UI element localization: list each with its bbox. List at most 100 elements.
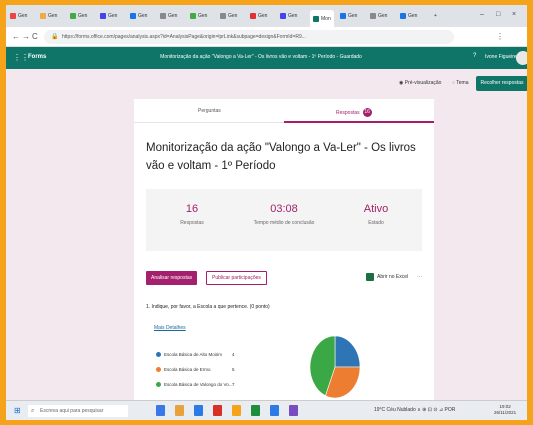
browser-tab[interactable]: Gen xyxy=(250,9,267,23)
stat-average-time: 03:08 Tempo médio de conclusão xyxy=(238,189,330,226)
system-tray[interactable]: 19°C Céu Nublado ∧ ⊕ ⊡ ⊙ ⊿ POR xyxy=(374,407,455,413)
favicon-icon xyxy=(280,13,286,19)
browser-tab[interactable]: Gen xyxy=(400,9,417,23)
taskbar-app-icon[interactable] xyxy=(270,405,279,416)
tab-label: Gen xyxy=(48,13,58,19)
favicon-icon xyxy=(10,13,16,19)
url-field[interactable]: 🔒 https://forms.office.com/pages/analysi… xyxy=(44,30,454,44)
collect-responses-button[interactable]: Recolher respostas xyxy=(476,76,527,91)
open-in-excel-button[interactable]: Abrir no Excel ··· xyxy=(366,273,422,281)
taskbar-apps xyxy=(156,405,298,416)
legend-label: Escola Básica de Valongo do Vo... xyxy=(164,382,233,387)
tab-label: Gen xyxy=(168,13,178,19)
browser-window: – □ × Gen Gen Gen Gen Gen Gen Gen Gen Gen Gen Mon G… xyxy=(6,5,527,420)
browser-tab[interactable]: Gen xyxy=(10,9,27,23)
help-icon[interactable]: ? xyxy=(473,53,476,59)
taskbar-search[interactable]: ⌕ Escreva aqui para pesquisar xyxy=(28,405,128,417)
browser-tab[interactable]: Gen xyxy=(370,9,387,23)
favicon-icon xyxy=(40,13,46,19)
taskbar-app-icon[interactable] xyxy=(251,405,260,416)
excel-icon xyxy=(366,273,374,281)
tab-label: Gen xyxy=(138,13,148,19)
favicon-icon xyxy=(70,13,76,19)
more-options-icon[interactable]: ··· xyxy=(417,274,422,280)
favicon-icon xyxy=(100,13,106,19)
new-tab-button[interactable]: + xyxy=(434,9,437,23)
close-icon[interactable]: × xyxy=(512,11,516,18)
browser-tab[interactable]: Gen xyxy=(130,9,147,23)
stat-value: 03:08 xyxy=(270,203,298,215)
pie-chart xyxy=(309,335,361,399)
taskbar-app-icon[interactable] xyxy=(232,405,241,416)
taskbar-app-icon[interactable] xyxy=(289,405,298,416)
extensions-icon[interactable]: ⋮ xyxy=(496,32,504,41)
favicon-icon xyxy=(250,13,256,19)
summary-stats: 16 Respostas 03:08 Tempo médio de conclu… xyxy=(146,189,422,251)
minimize-icon[interactable]: – xyxy=(480,11,484,18)
legend-swatch xyxy=(156,367,161,372)
taskbar-app-icon[interactable] xyxy=(175,405,184,416)
browser-tab[interactable]: Gen xyxy=(160,9,177,23)
legend-swatch xyxy=(156,352,161,357)
search-icon: ⌕ xyxy=(31,408,35,414)
stat-status: Ativo Estado xyxy=(330,189,422,226)
legend-count: 5 xyxy=(232,367,235,372)
maximize-icon[interactable]: □ xyxy=(496,11,500,18)
address-bar-row: ← → C 🔒 https://forms.office.com/pages/a… xyxy=(6,27,527,47)
stat-label: Respostas xyxy=(180,220,204,226)
browser-tab[interactable]: Gen xyxy=(190,9,207,23)
reload-icon[interactable]: C xyxy=(32,32,38,41)
legend-item: Escola Básica de Alto Moirim 4 xyxy=(156,351,276,366)
clock[interactable]: 19:02 26/11/2021 xyxy=(494,404,516,416)
forward-icon[interactable]: → xyxy=(22,32,30,41)
active-tab-indicator xyxy=(284,121,434,123)
avatar[interactable] xyxy=(516,51,527,65)
tab-label: Gen xyxy=(258,13,268,19)
browser-tab[interactable]: Gen xyxy=(40,9,57,23)
more-details-link[interactable]: Mais Detalhes xyxy=(154,325,186,331)
view-results-button[interactable]: Analisar respostas xyxy=(146,271,198,285)
preview-button[interactable]: ◉ Pré-visualização xyxy=(399,80,441,86)
preview-label: Pré-visualização xyxy=(404,80,442,86)
favicon-icon xyxy=(370,13,376,19)
browser-tab-active[interactable]: Mon xyxy=(310,10,334,27)
publish-results-button[interactable]: Publicar participações xyxy=(206,271,267,285)
browser-tab[interactable]: Gen xyxy=(340,9,357,23)
tab-questions[interactable]: Perguntas xyxy=(198,108,221,114)
stat-value: Ativo xyxy=(363,203,389,215)
browser-tab[interactable]: Gen xyxy=(100,9,117,23)
tab-label: Gen xyxy=(348,13,358,19)
back-icon[interactable]: ← xyxy=(12,32,20,41)
tab-label: Gen xyxy=(108,13,118,19)
taskbar-app-icon[interactable] xyxy=(156,405,165,416)
taskbar-app-icon[interactable] xyxy=(213,405,222,416)
taskbar: ⊞ ⌕ Escreva aqui para pesquisar 19°C Céu… xyxy=(6,400,527,420)
browser-tab[interactable]: Gen xyxy=(220,9,237,23)
tab-label: Gen xyxy=(18,13,28,19)
url-text: https://forms.office.com/pages/analysis.… xyxy=(62,34,306,40)
tab-label: Gen xyxy=(288,13,298,19)
open-in-excel-label: Abrir no Excel xyxy=(377,274,409,280)
theme-button[interactable]: ◌ Tema xyxy=(452,80,469,86)
results-actions: Analisar respostas Publicar participaçõe… xyxy=(146,271,422,287)
search-placeholder: Escreva aqui para pesquisar xyxy=(40,408,104,414)
favicon-icon xyxy=(340,13,346,19)
form-tabs: Perguntas Respostas 16 xyxy=(134,99,434,123)
legend-count: 4 xyxy=(232,352,235,357)
app-brand[interactable]: Forms xyxy=(28,54,46,60)
legend-swatch xyxy=(156,382,161,387)
browser-tab[interactable]: Gen xyxy=(70,9,87,23)
app-launcher-icon[interactable]: ⋮⋮ xyxy=(13,53,29,62)
stat-responses: 16 Respostas xyxy=(146,189,238,226)
legend-item: Escola Básica de Valongo do Vo... 7 xyxy=(156,381,276,396)
pie-slice[interactable] xyxy=(334,335,361,368)
browser-tab[interactable]: Gen xyxy=(280,9,297,23)
tab-label: Gen xyxy=(228,13,238,19)
tab-responses-label: Respostas xyxy=(336,109,360,116)
form-title: Monitorização da ação "Valongo a Va-Ler"… xyxy=(146,142,416,172)
windows-icon[interactable]: ⊞ xyxy=(14,406,21,415)
taskbar-app-icon[interactable] xyxy=(194,405,203,416)
forms-toolbar: ◉ Pré-visualização ◌ Tema Recolher respo… xyxy=(6,69,527,99)
tab-label: Gen xyxy=(378,13,388,19)
tab-responses[interactable]: Respostas 16 xyxy=(336,108,372,117)
